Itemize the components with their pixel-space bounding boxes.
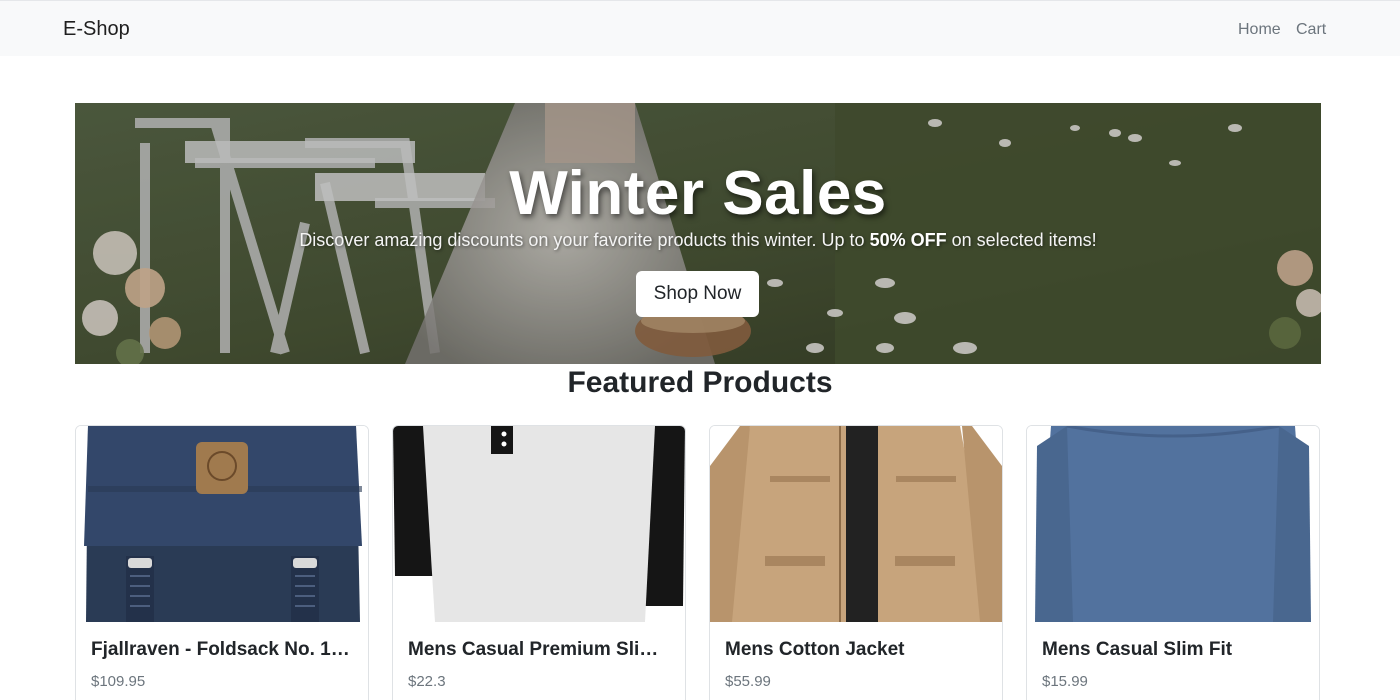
product-image-jacket[interactable]	[710, 426, 1002, 622]
product-card[interactable]: Mens Cotton Jacket $55.99	[709, 425, 1003, 700]
hero-description-suffix: on selected items!	[946, 230, 1097, 250]
product-title[interactable]: Mens Casual Slim Fit	[1042, 639, 1304, 661]
product-title[interactable]: Mens Casual Premium Slim Fit T-Shirts	[408, 639, 670, 661]
product-image-longsleeve[interactable]	[1027, 426, 1319, 622]
navbar: E-Shop Home Cart	[0, 0, 1400, 56]
featured-products-title: Featured Products	[567, 366, 833, 399]
product-card[interactable]: Fjallraven - Foldsack No. 1 Backpack, Fi…	[75, 425, 369, 700]
product-image-tshirt[interactable]	[393, 426, 685, 622]
product-price: $109.95	[91, 673, 146, 690]
product-title[interactable]: Mens Cotton Jacket	[725, 639, 987, 661]
nav-link-cart[interactable]: Cart	[1296, 21, 1326, 39]
product-price: $15.99	[1042, 673, 1088, 690]
product-price: $55.99	[725, 673, 771, 690]
hero-discount-highlight: 50% OFF	[869, 230, 947, 250]
product-card[interactable]: Mens Casual Slim Fit $15.99	[1026, 425, 1320, 700]
hero-title: Winter Sales	[509, 159, 887, 228]
nav-link-home[interactable]: Home	[1238, 21, 1281, 39]
hero-banner: Winter Sales Discover amazing discounts …	[75, 103, 1321, 364]
hero-description: Discover amazing discounts on your favor…	[75, 230, 1321, 251]
product-image-backpack[interactable]	[76, 426, 368, 622]
brand-logo[interactable]: E-Shop	[63, 18, 130, 41]
product-title[interactable]: Fjallraven - Foldsack No. 1 Backpack, Fi…	[91, 639, 353, 661]
hero-description-prefix: Discover amazing discounts on your favor…	[299, 230, 870, 250]
product-price: $22.3	[408, 673, 446, 690]
shop-now-button[interactable]: Shop Now	[636, 271, 759, 317]
product-card[interactable]: Mens Casual Premium Slim Fit T-Shirts $2…	[392, 425, 686, 700]
